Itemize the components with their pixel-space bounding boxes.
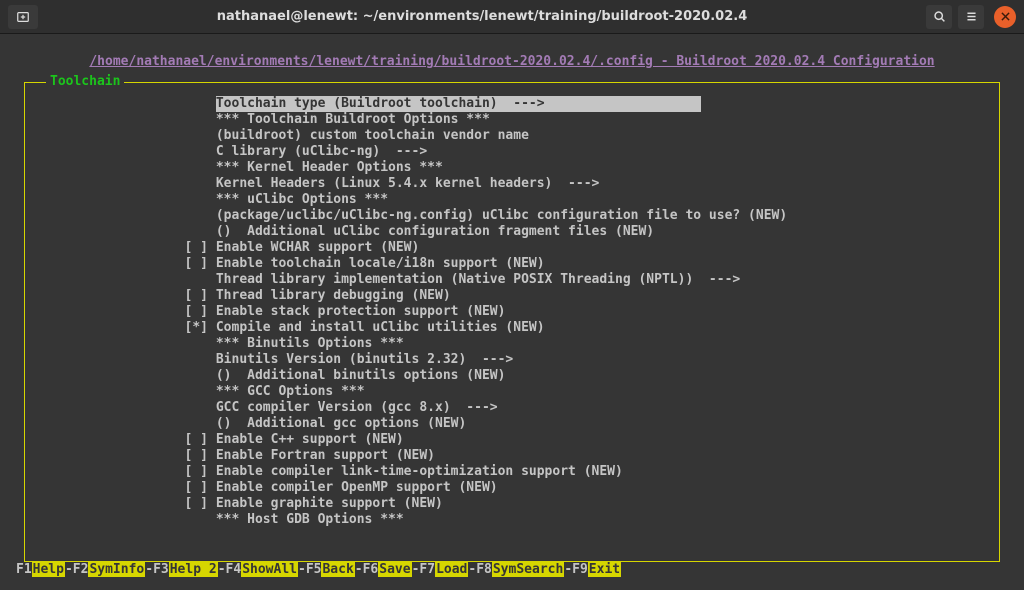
menu-item[interactable]: [ ] Enable Fortran support (NEW) [28, 448, 996, 464]
menu-item[interactable]: () Additional gcc options (NEW) [28, 416, 996, 432]
menu-item[interactable]: *** Binutils Options *** [28, 336, 996, 352]
menu-item[interactable]: [*] Compile and install uClibc utilities… [28, 320, 996, 336]
fkey[interactable]: F1 [16, 562, 32, 577]
terminal-area[interactable]: /home/nathanael/environments/lenewt/trai… [0, 34, 1024, 590]
menu-item[interactable]: [ ] Enable stack protection support (NEW… [28, 304, 996, 320]
fkey-label: Exit [588, 562, 621, 577]
menu-button[interactable] [958, 5, 984, 29]
fkey-label: SymSearch [492, 562, 564, 577]
menu-item[interactable]: () Additional uClibc configuration fragm… [28, 224, 996, 240]
fkey-label: SymInfo [88, 562, 145, 577]
function-key-bar: F1Help-F2SymInfo-F3Help 2-F4ShowAll-F5Ba… [16, 562, 621, 578]
menu-item[interactable]: *** Toolchain Buildroot Options *** [28, 112, 996, 128]
menu-item[interactable]: *** Host GDB Options *** [28, 512, 996, 528]
new-tab-button[interactable] [8, 5, 38, 29]
config-header: /home/nathanael/environments/lenewt/trai… [14, 46, 1010, 72]
menu-box-title: Toolchain [46, 74, 124, 90]
window-title: nathanael@lenewt: ~/environments/lenewt/… [38, 9, 926, 24]
titlebar: nathanael@lenewt: ~/environments/lenewt/… [0, 0, 1024, 34]
menu-item[interactable]: Toolchain type (Buildroot toolchain) ---… [28, 96, 996, 112]
fkey-label: Help 2 [169, 562, 218, 577]
fkey-label: Back [321, 562, 354, 577]
menu-item[interactable]: GCC compiler Version (gcc 8.x) ---> [28, 400, 996, 416]
menu-item[interactable]: *** uClibc Options *** [28, 192, 996, 208]
menu-list[interactable]: Toolchain type (Buildroot toolchain) ---… [28, 96, 996, 528]
menu-item[interactable]: [ ] Thread library debugging (NEW) [28, 288, 996, 304]
close-button[interactable] [994, 6, 1016, 28]
menu-item[interactable]: (package/uclibc/uClibc-ng.config) uClibc… [28, 208, 996, 224]
fkey-label: Save [378, 562, 411, 577]
fkey[interactable]: F9 [572, 562, 588, 577]
fkey[interactable]: F5 [306, 562, 322, 577]
menu-item[interactable]: *** GCC Options *** [28, 384, 996, 400]
menu-item[interactable]: Binutils Version (binutils 2.32) ---> [28, 352, 996, 368]
menu-item[interactable]: Thread library implementation (Native PO… [28, 272, 996, 288]
menu-item[interactable]: [ ] Enable WCHAR support (NEW) [28, 240, 996, 256]
menu-item[interactable]: (buildroot) custom toolchain vendor name [28, 128, 996, 144]
fkey[interactable]: F6 [363, 562, 379, 577]
fkey[interactable]: F7 [419, 562, 435, 577]
menu-item[interactable]: C library (uClibc-ng) ---> [28, 144, 996, 160]
menu-item[interactable]: [ ] Enable compiler OpenMP support (NEW) [28, 480, 996, 496]
fkey-label: ShowAll [241, 562, 298, 577]
menu-item[interactable]: [ ] Enable C++ support (NEW) [28, 432, 996, 448]
menu-item[interactable]: [ ] Enable compiler link-time-optimizati… [28, 464, 996, 480]
fkey[interactable]: F4 [226, 562, 242, 577]
fkey[interactable]: F8 [476, 562, 492, 577]
menu-item[interactable]: () Additional binutils options (NEW) [28, 368, 996, 384]
fkey-label: Load [435, 562, 468, 577]
fkey[interactable]: F2 [73, 562, 89, 577]
menu-item[interactable]: Kernel Headers (Linux 5.4.x kernel heade… [28, 176, 996, 192]
menu-item[interactable]: [ ] Enable toolchain locale/i18n support… [28, 256, 996, 272]
menu-item[interactable]: [ ] Enable graphite support (NEW) [28, 496, 996, 512]
search-button[interactable] [926, 5, 952, 29]
menu-item[interactable]: *** Kernel Header Options *** [28, 160, 996, 176]
fkey-label: Help [32, 562, 65, 577]
titlebar-controls [926, 5, 1016, 29]
terminal-window: nathanael@lenewt: ~/environments/lenewt/… [0, 0, 1024, 590]
fkey[interactable]: F3 [153, 562, 169, 577]
